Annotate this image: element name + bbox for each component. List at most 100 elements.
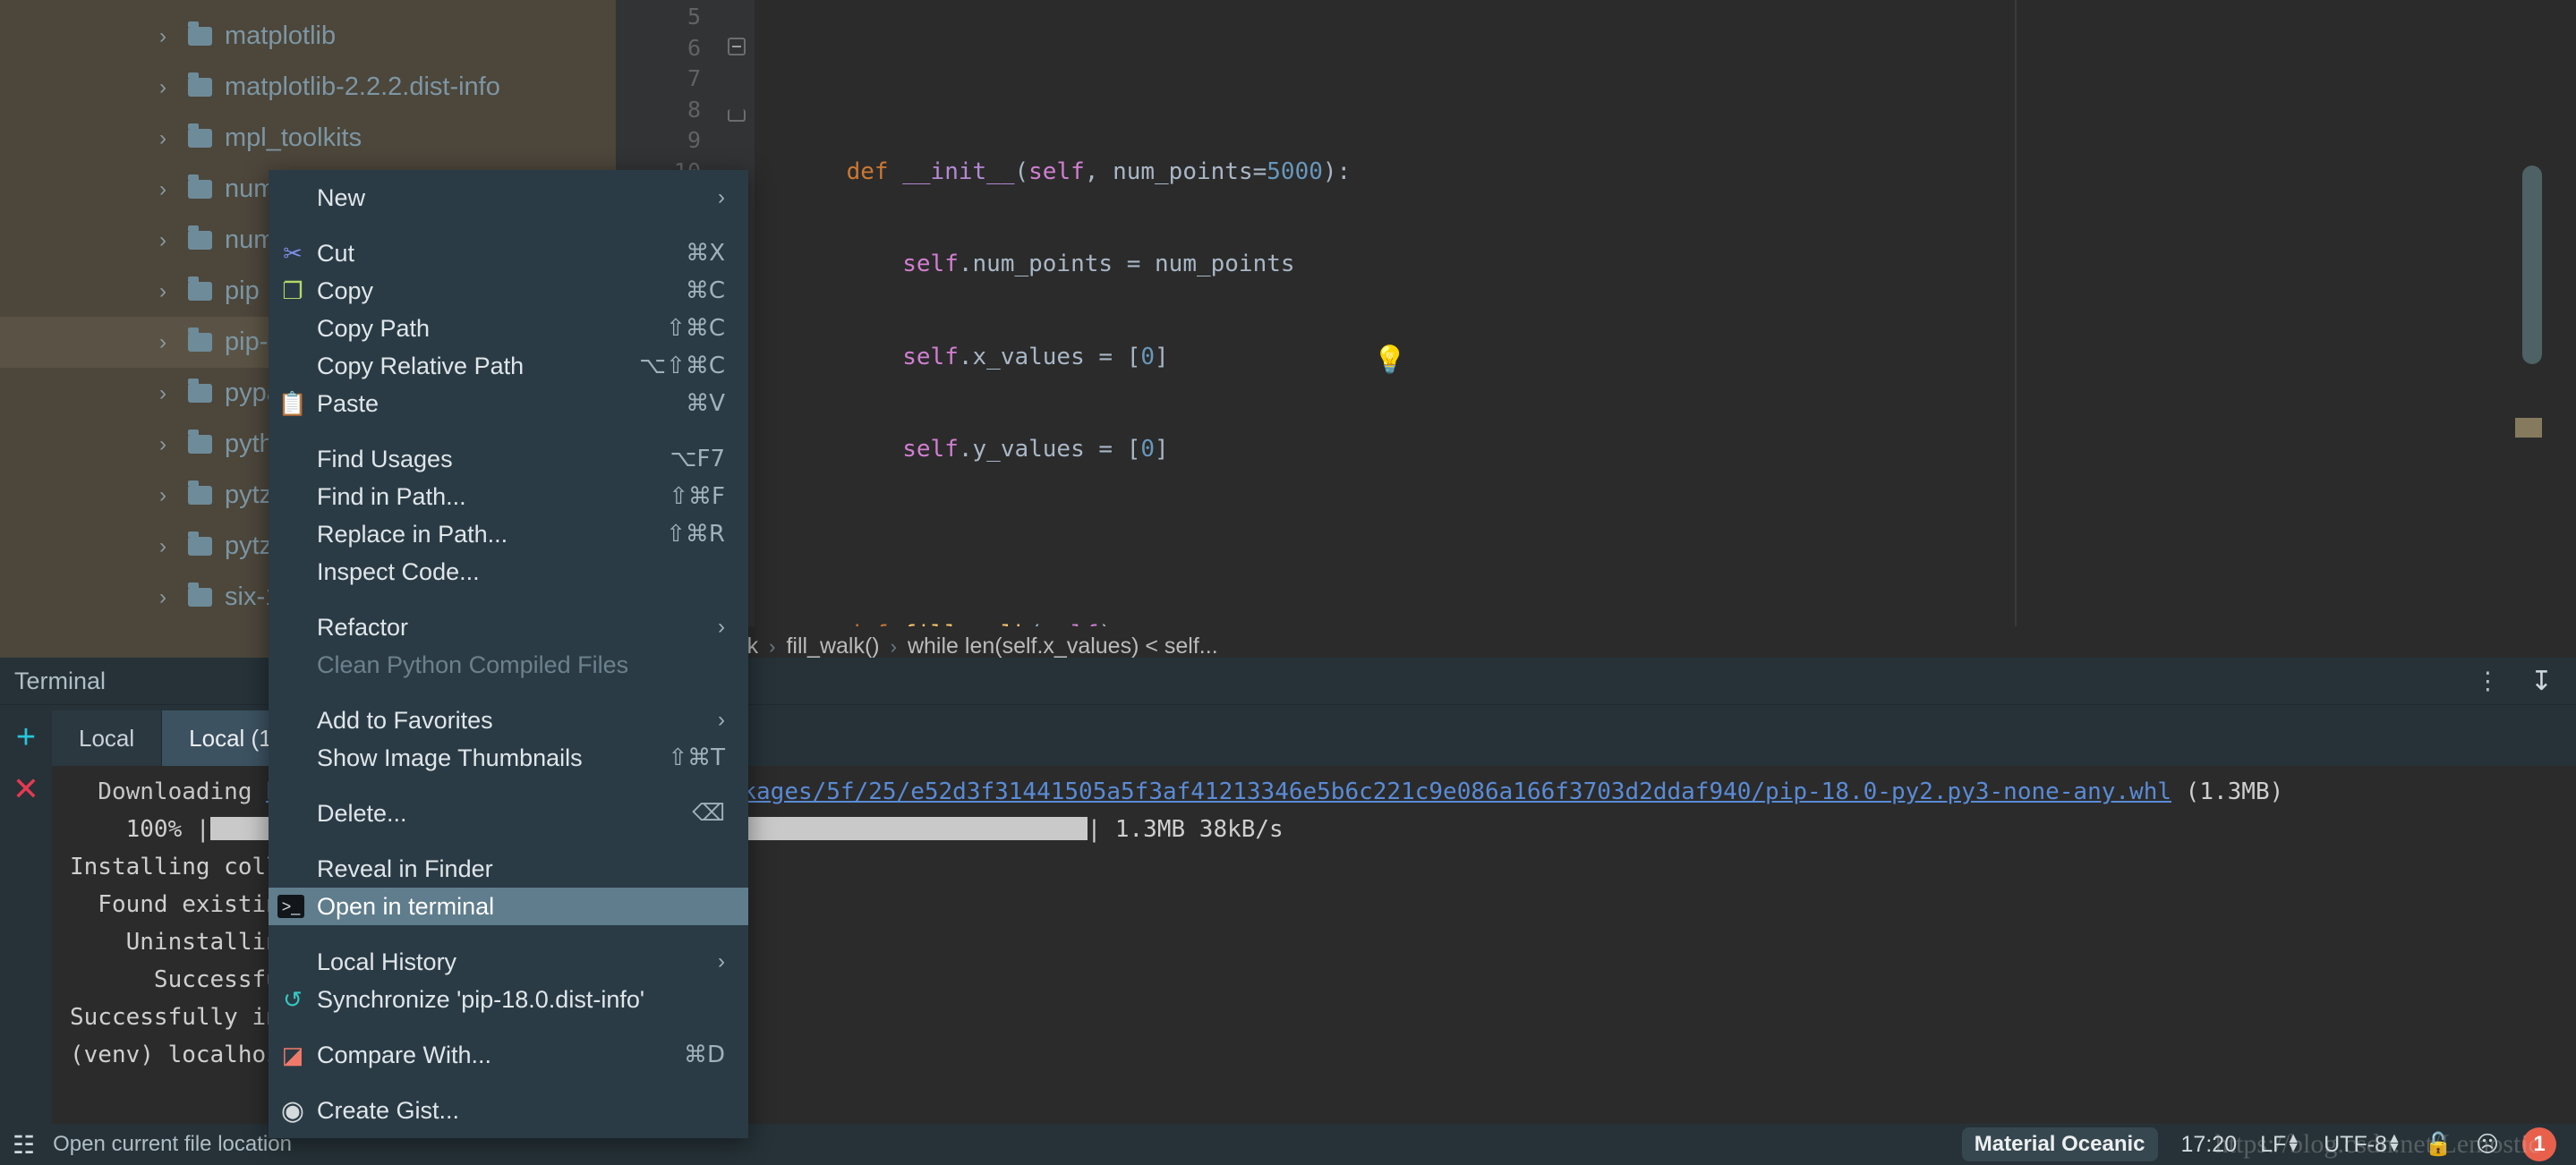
menu-item-shortcut: ⇧⌘T (668, 744, 725, 771)
line-separator-selector[interactable]: LF▲ ▼ (2260, 1131, 2300, 1158)
chevron-right-icon[interactable]: › (159, 126, 175, 151)
inspector-icon[interactable]: ☹ (2476, 1131, 2499, 1158)
folder-icon (188, 480, 212, 505)
menu-item-synchronize[interactable]: ↺ Synchronize 'pip-18.0.dist-info' (269, 981, 748, 1018)
code-line: def __init__(self, num_points=5000): (846, 157, 1352, 185)
folder-icon (188, 378, 212, 403)
menu-item-show-image-thumbnails[interactable]: Show Image Thumbnails ⇧⌘T (269, 739, 748, 777)
kebab-menu-icon[interactable]: ⋮ (2476, 669, 2500, 693)
menu-item-shortcut: ⌘C (685, 277, 725, 304)
menu-item-label: Create Gist... (317, 1096, 460, 1124)
menu-item-refactor[interactable]: Refactor › (269, 608, 748, 646)
menu-item-add-to-favorites[interactable]: Add to Favorites › (269, 702, 748, 739)
chevron-right-icon[interactable]: › (159, 483, 175, 508)
scrollbar-highlight-marker[interactable] (2515, 418, 2542, 438)
folder-icon (188, 276, 212, 301)
compare-icon: ◪ (281, 1041, 304, 1068)
menu-item-label: Delete... (317, 799, 407, 827)
add-terminal-tab-button[interactable]: + (16, 720, 36, 754)
menu-item-find-in-path[interactable]: Find in Path... ⇧⌘F (269, 478, 748, 515)
menu-item-create-gist[interactable]: ◉ Create Gist... (269, 1092, 748, 1129)
breadcrumb-item[interactable]: while len(self.x_values) < self... (908, 634, 1218, 659)
theme-indicator[interactable]: Material Oceanic (1961, 1127, 2158, 1161)
menu-item-replace-in-path[interactable]: Replace in Path... ⇧⌘R (269, 515, 748, 553)
menu-item-copy-path[interactable]: Copy Path ⇧⌘C (269, 310, 748, 347)
code-text[interactable]: def __init__(self, num_points=5000): sel… (755, 0, 2576, 1019)
chevron-right-icon[interactable]: › (159, 75, 175, 100)
tree-row[interactable]: › kiwisolver-1.0.1.dist-info (0, 0, 616, 11)
menu-item-find-usages[interactable]: Find Usages ⌥F7 (269, 440, 748, 478)
menu-item-label: Synchronize 'pip-18.0.dist-info' (317, 985, 645, 1013)
terminal-tab-local[interactable]: Local (52, 710, 163, 766)
menu-item-label: Show Image Thumbnails (317, 744, 583, 771)
refresh-icon: ↺ (283, 985, 303, 1013)
menu-item-label: New (317, 183, 366, 211)
chevron-right-icon: › (718, 185, 725, 209)
breadcrumb-separator-icon: › (890, 634, 897, 658)
menu-item-copy[interactable]: ❐ Copy ⌘C (269, 272, 748, 310)
editor-scrollbar-thumb[interactable] (2522, 166, 2542, 364)
intention-lightbulb-icon[interactable]: 💡 (1373, 345, 1406, 376)
menu-item-copy-relative-path[interactable]: Copy Relative Path ⌥⇧⌘C (269, 347, 748, 385)
chevron-right-icon[interactable]: › (159, 432, 175, 457)
context-menu[interactable]: New › ✂ Cut ⌘X ❐ Copy ⌘C Copy Path ⇧⌘C C… (269, 170, 748, 1138)
tree-item-label: pip (225, 276, 260, 305)
menu-item-cut[interactable]: ✂ Cut ⌘X (269, 234, 748, 272)
menu-item-shortcut: ⌫ (692, 800, 725, 827)
download-icon[interactable]: ↧ (2530, 666, 2553, 697)
chevron-right-icon[interactable]: › (159, 228, 175, 253)
tree-row[interactable]: › matplotlib (0, 11, 616, 62)
close-terminal-tab-button[interactable]: ✕ (13, 773, 39, 805)
menu-item-label: Clean Python Compiled Files (317, 651, 629, 678)
chevron-right-icon[interactable]: › (159, 534, 175, 559)
chevron-right-icon[interactable]: › (159, 585, 175, 610)
fold-end-icon[interactable] (728, 109, 746, 122)
chevron-right-icon: › (718, 949, 725, 974)
menu-separator (269, 1074, 748, 1092)
code-line: self.num_points = num_points (902, 251, 1295, 277)
folder-icon (188, 582, 212, 607)
menu-item-label: Cut (317, 239, 355, 267)
unlock-icon[interactable]: 🔓 (2425, 1132, 2452, 1158)
breadcrumb-item[interactable]: fill_walk() (786, 634, 879, 659)
chevron-right-icon[interactable]: › (159, 330, 175, 355)
menu-item-inspect-code[interactable]: Inspect Code... (269, 553, 748, 591)
menu-separator (269, 1018, 748, 1036)
menu-item-compare-with[interactable]: ◪ Compare With... ⌘D (269, 1036, 748, 1074)
menu-item-shortcut: ⌘D (683, 1042, 725, 1068)
code-editor[interactable]: 5 6 7 8 9 10 def __init__(self, num_poin… (616, 0, 2576, 1019)
open-file-location-icon[interactable]: ☷ (13, 1130, 35, 1160)
menu-item-reveal-in-finder[interactable]: Reveal in Finder (269, 850, 748, 888)
fold-collapse-icon[interactable] (728, 38, 746, 55)
menu-item-label: Replace in Path... (317, 520, 508, 548)
chevron-right-icon[interactable]: › (159, 279, 175, 304)
folder-icon (188, 21, 212, 46)
chevron-right-icon[interactable]: › (159, 24, 175, 49)
menu-item-paste[interactable]: 📋 Paste ⌘V (269, 385, 748, 422)
folder-icon (188, 123, 212, 148)
folder-icon (188, 531, 212, 556)
tree-row[interactable]: › matplotlib-2.2.2.dist-info (0, 62, 616, 113)
copy-icon: ❐ (282, 276, 303, 304)
encoding-selector[interactable]: UTF-8▲ ▼ (2324, 1131, 2401, 1158)
line-number: 6 (687, 34, 701, 61)
menu-item-label: Refactor (317, 613, 409, 641)
menu-item-label: Reveal in Finder (317, 855, 493, 882)
terminal-icon: >_ (277, 895, 304, 918)
folder-icon (188, 72, 212, 97)
menu-item-local-history[interactable]: Local History › (269, 943, 748, 981)
chevron-right-icon: › (718, 708, 725, 732)
menu-separator (269, 777, 748, 795)
chevron-right-icon[interactable]: › (159, 177, 175, 202)
terminal-side-actions[interactable]: + ✕ (0, 705, 52, 1165)
menu-item-new[interactable]: New › (269, 179, 748, 217)
tree-item-label: mpl_toolkits (225, 123, 363, 152)
scissors-icon: ✂ (283, 239, 303, 267)
menu-item-open-in-terminal[interactable]: >_ Open in terminal (269, 888, 748, 925)
notification-badge[interactable]: 1 (2522, 1127, 2556, 1161)
chevron-right-icon[interactable]: › (159, 381, 175, 406)
tree-row[interactable]: › mpl_toolkits (0, 113, 616, 164)
menu-item-shortcut: ⇧⌘R (666, 521, 725, 548)
menu-item-label: Find in Path... (317, 482, 466, 510)
menu-item-delete[interactable]: Delete... ⌫ (269, 795, 748, 832)
